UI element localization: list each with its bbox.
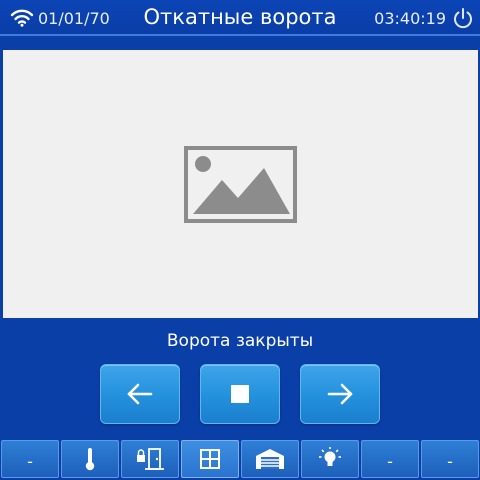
power-icon[interactable] (452, 7, 474, 29)
arrow-left-icon (127, 383, 153, 405)
tab-gates[interactable] (181, 440, 239, 478)
open-right-button[interactable] (300, 364, 380, 424)
tab-door[interactable] (121, 440, 179, 478)
tab-garage[interactable] (241, 440, 299, 478)
garage-icon (256, 449, 284, 469)
light-bulb-icon (319, 447, 341, 466)
tab-lighting[interactable] (301, 440, 359, 478)
tab-label: - (447, 452, 453, 471)
image-placeholder-icon (184, 146, 297, 223)
header-bar: 01/01/70 Откатные ворота 03:40:19 (0, 0, 480, 36)
door-lock-icon (137, 448, 164, 470)
tab-label: - (387, 452, 393, 471)
stop-button[interactable] (200, 364, 280, 424)
arrow-right-icon (327, 383, 353, 405)
open-left-button[interactable] (100, 364, 180, 424)
stop-icon (231, 385, 249, 403)
bottom-tab-bar: - - - (0, 438, 480, 480)
window-icon (200, 449, 220, 469)
thermometer-icon (85, 448, 95, 471)
tab-label: - (27, 452, 33, 471)
tab-empty-2[interactable]: - (361, 440, 419, 478)
camera-view (3, 50, 478, 318)
gate-status-text: Ворота закрыты (166, 331, 314, 351)
tab-temperature[interactable] (61, 440, 119, 478)
tab-empty-3[interactable]: - (421, 440, 479, 478)
time-label: 03:40:19 (374, 9, 446, 28)
tab-empty-1[interactable]: - (1, 440, 59, 478)
